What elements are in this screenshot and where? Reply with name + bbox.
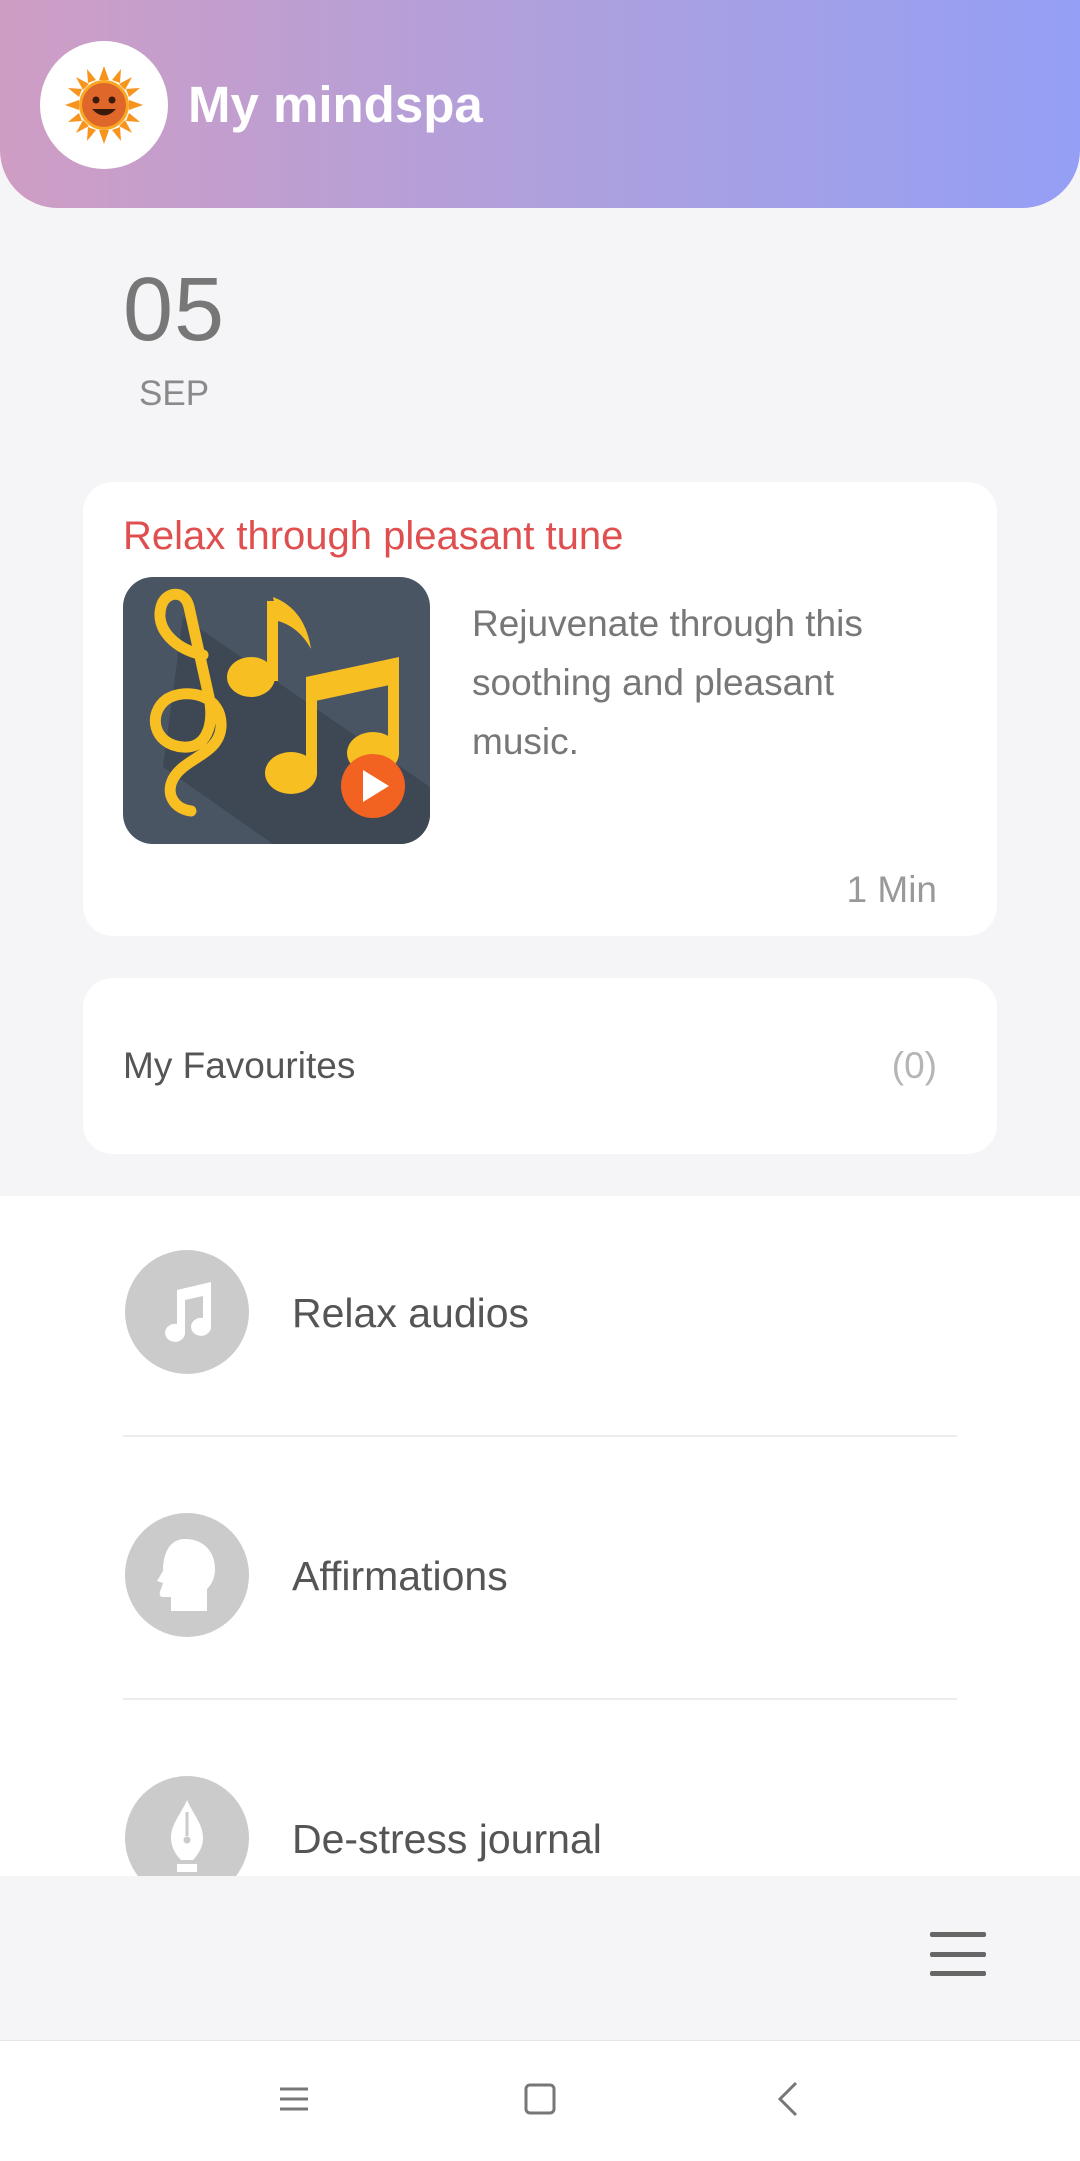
list-item-destress-journal[interactable]: De-stress journal [0,1722,1080,1876]
back-icon[interactable] [768,2077,812,2121]
divider [123,1698,957,1700]
list-item-label: Affirmations [292,1553,508,1599]
pen-nib-icon [125,1776,249,1876]
date-month: SEP [139,374,210,413]
app-logo [40,41,168,169]
featured-card[interactable]: Relax through pleasant tune Rejuvenate t… [83,482,997,936]
list-item-affirmations[interactable]: Affirmations [0,1459,1080,1722]
hamburger-menu-icon[interactable] [930,1932,986,1976]
list-item-label: De-stress journal [292,1816,602,1862]
menu-list: Relax audios Affirmations De-stress jour… [0,1196,1080,1876]
featured-title: Relax through pleasant tune [123,514,624,558]
list-item-relax-audios[interactable]: Relax audios [0,1196,1080,1459]
home-icon[interactable] [518,2077,562,2121]
favourites-card[interactable]: My Favourites (0) [83,978,997,1154]
favourites-count: (0) [891,1045,937,1086]
sun-face-icon [65,66,143,144]
music-note-icon [125,1250,249,1374]
date-day: 05 [123,260,226,360]
head-profile-icon [125,1513,249,1637]
list-item-label: Relax audios [292,1290,530,1336]
app-title: My mindspa [188,76,483,133]
featured-description: Rejuvenate through this soothing and ple… [472,603,863,762]
featured-duration: 1 Min [846,869,937,910]
featured-thumbnail[interactable] [123,577,430,844]
app-header: My mindspa [0,0,1080,208]
favourites-label: My Favourites [123,1045,356,1086]
music-notes-icon [149,588,430,844]
divider [123,1435,957,1437]
bottom-bar [0,1876,1080,2040]
system-navigation-bar [0,2040,1080,2161]
recents-icon[interactable] [272,2077,316,2121]
